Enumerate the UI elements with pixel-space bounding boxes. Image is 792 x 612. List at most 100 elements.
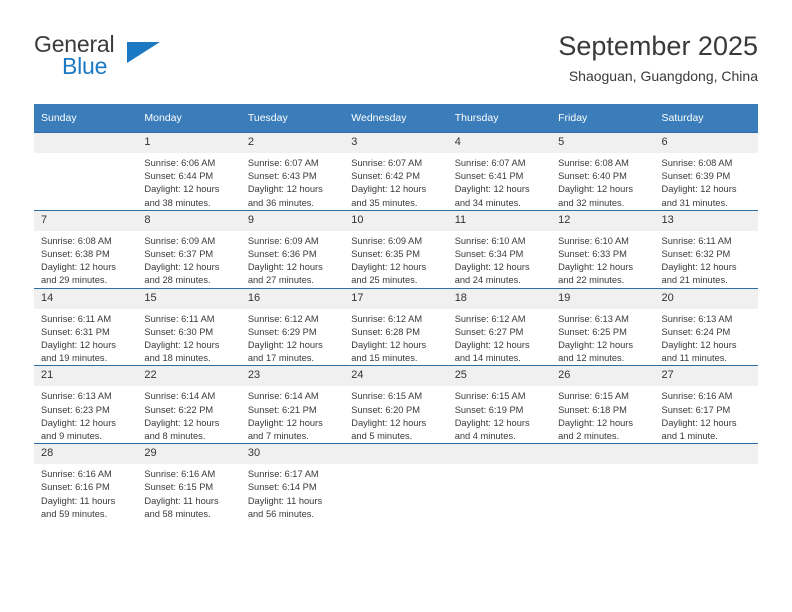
- day-details: Sunrise: 6:07 AM Sunset: 6:42 PM Dayligh…: [344, 153, 447, 210]
- sunrise-text: Sunrise: 6:08 AM: [41, 235, 112, 246]
- daylight-text-line2: and 24 minutes.: [454, 275, 521, 286]
- day-details: Sunrise: 6:16 AM Sunset: 6:16 PM Dayligh…: [34, 464, 137, 521]
- daylight-text-line1: Daylight: 12 hours: [144, 184, 220, 195]
- day-cell[interactable]: 11 Sunrise: 6:10 AM Sunset: 6:34 PM Dayl…: [447, 209, 552, 289]
- day-cell[interactable]: 6 Sunrise: 6:08 AM Sunset: 6:39 PM Dayli…: [654, 132, 758, 211]
- day-cell[interactable]: 26 Sunrise: 6:15 AM Sunset: 6:18 PM Dayl…: [551, 365, 655, 444]
- day-cell[interactable]: 12 Sunrise: 6:10 AM Sunset: 6:33 PM Dayl…: [551, 209, 655, 289]
- day-number: 15: [137, 288, 241, 309]
- sunrise-text: Sunrise: 6:09 AM: [247, 235, 319, 246]
- day-cell[interactable]: 3 Sunrise: 6:07 AM Sunset: 6:42 PM Dayli…: [344, 132, 448, 211]
- sunset-text: Sunset: 6:20 PM: [351, 404, 420, 415]
- day-cell[interactable]: 28 Sunrise: 6:16 AM Sunset: 6:16 PM Dayl…: [34, 443, 138, 522]
- day-cell[interactable]: 7 Sunrise: 6:08 AM Sunset: 6:38 PM Dayli…: [34, 209, 138, 289]
- day-cell-empty: [654, 443, 758, 522]
- day-details: Sunrise: 6:11 AM Sunset: 6:32 PM Dayligh…: [655, 231, 758, 288]
- sunset-text: Sunset: 6:39 PM: [661, 171, 731, 182]
- day-details: Sunrise: 6:13 AM Sunset: 6:24 PM Dayligh…: [655, 309, 758, 366]
- day-cell[interactable]: 1 Sunrise: 6:06 AM Sunset: 6:44 PM Dayli…: [137, 132, 241, 211]
- day-cell[interactable]: 15 Sunrise: 6:11 AM Sunset: 6:30 PM Dayl…: [137, 287, 241, 366]
- sunrise-text: Sunrise: 6:12 AM: [351, 313, 423, 324]
- day-number: 16: [240, 288, 345, 309]
- sunset-text: Sunset: 6:41 PM: [454, 171, 524, 182]
- day-cell[interactable]: [34, 132, 138, 211]
- daylight-text-line2: and 8 minutes.: [144, 431, 206, 442]
- day-number: 25: [447, 366, 552, 387]
- calendar-week-row: 21 Sunrise: 6:13 AM Sunset: 6:23 PM Dayl…: [34, 365, 758, 444]
- day-cell[interactable]: 10 Sunrise: 6:09 AM Sunset: 6:35 PM Dayl…: [344, 209, 448, 289]
- daylight-text-line2: and 31 minutes.: [661, 197, 728, 208]
- day-details: Sunrise: 6:12 AM Sunset: 6:28 PM Dayligh…: [344, 309, 447, 366]
- calendar-page: General Blue September 2025 Shaoguan, Gu…: [0, 0, 792, 612]
- daylight-text-line2: and 11 minutes.: [661, 353, 727, 364]
- daylight-text-line2: and 38 minutes.: [144, 197, 211, 208]
- day-details: Sunrise: 6:08 AM Sunset: 6:38 PM Dayligh…: [34, 231, 137, 288]
- day-cell[interactable]: 9 Sunrise: 6:09 AM Sunset: 6:36 PM Dayli…: [240, 209, 345, 289]
- daylight-text-line2: and 56 minutes.: [247, 508, 314, 519]
- day-cell[interactable]: 17 Sunrise: 6:12 AM Sunset: 6:28 PM Dayl…: [344, 287, 448, 366]
- daylight-text-line2: and 32 minutes.: [558, 197, 625, 208]
- day-number: [344, 444, 448, 465]
- sunrise-text: Sunrise: 6:12 AM: [454, 313, 526, 324]
- daylight-text-line1: Daylight: 12 hours: [454, 417, 530, 428]
- sunrise-text: Sunrise: 6:16 AM: [41, 469, 112, 480]
- sunset-text: Sunset: 6:40 PM: [558, 171, 627, 182]
- day-details: Sunrise: 6:14 AM Sunset: 6:22 PM Dayligh…: [137, 386, 240, 443]
- sunset-text: Sunset: 6:21 PM: [247, 404, 317, 415]
- sunrise-text: Sunrise: 6:11 AM: [41, 313, 112, 324]
- daylight-text-line1: Daylight: 12 hours: [247, 262, 323, 273]
- sunset-text: Sunset: 6:15 PM: [144, 482, 214, 493]
- day-details: Sunrise: 6:15 AM Sunset: 6:19 PM Dayligh…: [448, 386, 551, 443]
- logo-triangle-icon: [127, 42, 160, 63]
- day-cell[interactable]: 5 Sunrise: 6:08 AM Sunset: 6:40 PM Dayli…: [551, 132, 655, 211]
- daylight-text-line2: and 17 minutes.: [247, 353, 314, 364]
- sunrise-text: Sunrise: 6:13 AM: [661, 313, 733, 324]
- daylight-text-line2: and 36 minutes.: [247, 197, 314, 208]
- day-cell[interactable]: 20 Sunrise: 6:13 AM Sunset: 6:24 PM Dayl…: [654, 287, 758, 366]
- sunset-text: Sunset: 6:38 PM: [41, 249, 110, 260]
- daylight-text-line1: Daylight: 12 hours: [558, 184, 634, 195]
- daylight-text-line2: and 35 minutes.: [351, 197, 418, 208]
- day-number: 19: [551, 288, 655, 309]
- sunset-text: Sunset: 6:32 PM: [661, 249, 731, 260]
- daylight-text-line1: Daylight: 12 hours: [661, 184, 737, 195]
- day-details: Sunrise: 6:10 AM Sunset: 6:33 PM Dayligh…: [551, 231, 654, 288]
- calendar-week-row: 7 Sunrise: 6:08 AM Sunset: 6:38 PM Dayli…: [34, 209, 758, 289]
- day-number: 2: [240, 133, 345, 153]
- day-cell[interactable]: 18 Sunrise: 6:12 AM Sunset: 6:27 PM Dayl…: [447, 287, 552, 366]
- day-cell[interactable]: 27 Sunrise: 6:16 AM Sunset: 6:17 PM Dayl…: [654, 365, 758, 444]
- day-cell[interactable]: 24 Sunrise: 6:15 AM Sunset: 6:20 PM Dayl…: [344, 365, 448, 444]
- day-cell[interactable]: 8 Sunrise: 6:09 AM Sunset: 6:37 PM Dayli…: [137, 209, 241, 289]
- day-details: Sunrise: 6:16 AM Sunset: 6:17 PM Dayligh…: [655, 386, 758, 443]
- sunrise-text: Sunrise: 6:14 AM: [247, 391, 319, 402]
- sunset-text: Sunset: 6:16 PM: [41, 482, 110, 493]
- day-cell[interactable]: 13 Sunrise: 6:11 AM Sunset: 6:32 PM Dayl…: [654, 209, 758, 289]
- day-cell[interactable]: 14 Sunrise: 6:11 AM Sunset: 6:31 PM Dayl…: [34, 287, 138, 366]
- daylight-text-line1: Daylight: 12 hours: [661, 417, 737, 428]
- day-number: [447, 444, 552, 465]
- day-cell[interactable]: 25 Sunrise: 6:15 AM Sunset: 6:19 PM Dayl…: [447, 365, 552, 444]
- day-details: Sunrise: 6:09 AM Sunset: 6:35 PM Dayligh…: [344, 231, 447, 288]
- day-cell[interactable]: 19 Sunrise: 6:13 AM Sunset: 6:25 PM Dayl…: [551, 287, 655, 366]
- calendar-week-row: 14 Sunrise: 6:11 AM Sunset: 6:31 PM Dayl…: [34, 287, 758, 366]
- day-cell[interactable]: 16 Sunrise: 6:12 AM Sunset: 6:29 PM Dayl…: [240, 287, 345, 366]
- day-cell[interactable]: 23 Sunrise: 6:14 AM Sunset: 6:21 PM Dayl…: [240, 365, 345, 444]
- day-cell[interactable]: 21 Sunrise: 6:13 AM Sunset: 6:23 PM Dayl…: [34, 365, 138, 444]
- general-blue-logo[interactable]: General Blue: [34, 32, 214, 88]
- day-cell[interactable]: 29 Sunrise: 6:16 AM Sunset: 6:15 PM Dayl…: [137, 443, 241, 522]
- day-cell[interactable]: 22 Sunrise: 6:14 AM Sunset: 6:22 PM Dayl…: [137, 365, 241, 444]
- day-cell[interactable]: 2 Sunrise: 6:07 AM Sunset: 6:43 PM Dayli…: [240, 132, 345, 211]
- sunrise-text: Sunrise: 6:07 AM: [454, 158, 526, 168]
- daylight-text-line2: and 29 minutes.: [41, 275, 108, 286]
- daylight-text-line2: and 22 minutes.: [558, 275, 625, 286]
- daylight-text-line1: Daylight: 12 hours: [661, 340, 737, 351]
- day-cell[interactable]: 30 Sunrise: 6:17 AM Sunset: 6:14 PM Dayl…: [240, 443, 345, 522]
- day-details: Sunrise: 6:15 AM Sunset: 6:20 PM Dayligh…: [344, 386, 447, 443]
- day-cell[interactable]: 4 Sunrise: 6:07 AM Sunset: 6:41 PM Dayli…: [447, 132, 552, 211]
- day-details: Sunrise: 6:10 AM Sunset: 6:34 PM Dayligh…: [448, 231, 551, 288]
- daylight-text-line1: Daylight: 12 hours: [144, 262, 220, 273]
- sunrise-text: Sunrise: 6:13 AM: [41, 391, 112, 402]
- daylight-text-line2: and 19 minutes.: [41, 353, 108, 364]
- day-number: 29: [137, 444, 241, 465]
- sunset-text: Sunset: 6:29 PM: [247, 326, 317, 337]
